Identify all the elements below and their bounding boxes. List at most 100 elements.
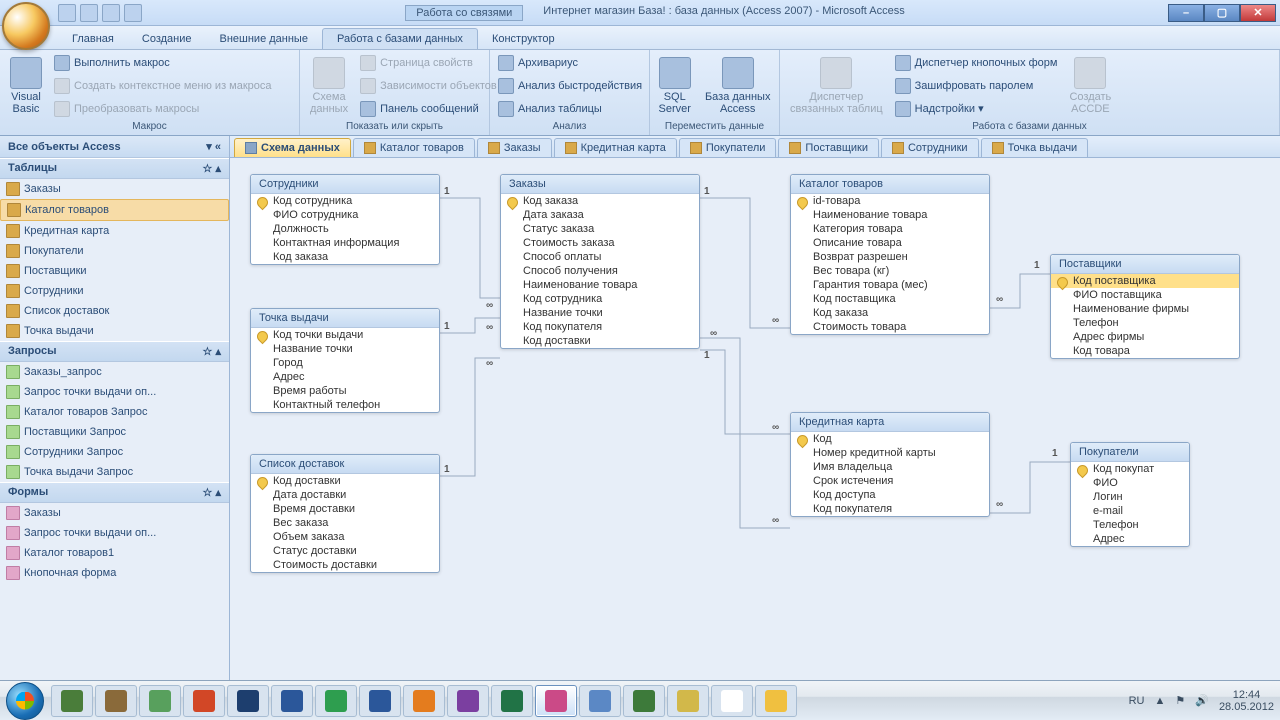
run-macro-button[interactable]: Выполнить макрос xyxy=(52,54,274,72)
document-tab[interactable]: Сотрудники xyxy=(881,138,979,157)
table-field[interactable]: Контактный телефон xyxy=(251,398,439,412)
table-field[interactable]: Код доставки xyxy=(501,334,699,348)
table-field[interactable]: Код поставщика xyxy=(1051,274,1239,288)
table-field[interactable]: Возврат разрешен xyxy=(791,250,989,264)
office-button[interactable] xyxy=(2,2,50,50)
document-tab[interactable]: Каталог товаров xyxy=(353,138,475,157)
document-tab[interactable]: Поставщики xyxy=(778,138,879,157)
switchboard-manager-button[interactable]: Диспетчер кнопочных форм xyxy=(893,54,1060,72)
table-field[interactable]: Стоимость товара xyxy=(791,320,989,334)
table-field[interactable]: Код сотрудника xyxy=(501,292,699,306)
table-field[interactable]: Код доставки xyxy=(251,474,439,488)
start-button[interactable] xyxy=(6,682,44,720)
nav-item[interactable]: Заказы xyxy=(0,503,229,523)
table-card[interactable]: Кредитная картаКодНомер кредитной картыИ… xyxy=(790,412,990,517)
nav-item[interactable]: Точка выдачи xyxy=(0,321,229,341)
taskbar-item[interactable] xyxy=(755,685,797,717)
table-header[interactable]: Заказы xyxy=(501,175,699,194)
table-customers[interactable]: ПокупателиКод покупатФИОЛогинe-mailТелеф… xyxy=(1070,442,1190,547)
table-field[interactable]: Код сотрудника xyxy=(251,194,439,208)
table-analyzer-button[interactable]: Анализ таблицы xyxy=(496,100,643,118)
archiver-button[interactable]: Архивариус xyxy=(496,54,643,72)
table-pickup[interactable]: Точка выдачиКод точки выдачиНазвание точ… xyxy=(250,308,440,413)
ribbon-tab[interactable]: Создание xyxy=(128,29,206,49)
table-field[interactable]: Город xyxy=(251,356,439,370)
table-field[interactable]: Срок истечения xyxy=(791,474,989,488)
table-catalog[interactable]: Каталог товаровid-товараНаименование тов… xyxy=(790,174,990,335)
taskbar-item[interactable] xyxy=(315,685,357,717)
table-field[interactable]: ФИО xyxy=(1071,476,1189,490)
table-orders[interactable]: ЗаказыКод заказаДата заказаСтатус заказа… xyxy=(500,174,700,349)
addins-button[interactable]: Надстройки ▾ xyxy=(893,100,1060,118)
taskbar-item[interactable] xyxy=(359,685,401,717)
ribbon-tab[interactable]: Конструктор xyxy=(478,29,569,49)
table-field[interactable]: Стоимость заказа xyxy=(501,236,699,250)
table-field[interactable]: Наименование товара xyxy=(501,278,699,292)
table-header[interactable]: Точка выдачи xyxy=(251,309,439,328)
nav-item[interactable]: Кредитная карта xyxy=(0,221,229,241)
document-tab[interactable]: Заказы xyxy=(477,138,552,157)
nav-item[interactable]: Каталог товаров xyxy=(0,199,229,221)
table-header[interactable]: Сотрудники xyxy=(251,175,439,194)
close-button[interactable]: ✕ xyxy=(1240,4,1276,22)
table-field[interactable]: Наименование товара xyxy=(791,208,989,222)
performance-analyzer-button[interactable]: Анализ быстродействия xyxy=(496,77,643,95)
nav-item[interactable]: Запрос точки выдачи оп... xyxy=(0,523,229,543)
table-field[interactable]: Адрес фирмы xyxy=(1051,330,1239,344)
ribbon-tab[interactable]: Главная xyxy=(58,29,128,49)
document-tab[interactable]: Точка выдачи xyxy=(981,138,1089,157)
table-field[interactable]: ФИО сотрудника xyxy=(251,208,439,222)
sql-server-button[interactable]: SQL Server xyxy=(655,52,695,120)
nav-item[interactable]: Кнопочная форма xyxy=(0,563,229,583)
table-field[interactable]: Код покупателя xyxy=(501,320,699,334)
table-field[interactable]: Наименование фирмы xyxy=(1051,302,1239,316)
table-field[interactable]: id-товара xyxy=(791,194,989,208)
taskbar-item[interactable] xyxy=(271,685,313,717)
taskbar-item[interactable] xyxy=(491,685,533,717)
table-field[interactable]: Код заказа xyxy=(251,250,439,264)
document-tab[interactable]: Покупатели xyxy=(679,138,777,157)
table-field[interactable]: Контактная информация xyxy=(251,236,439,250)
table-field[interactable]: Вес товара (кг) xyxy=(791,264,989,278)
relationships-canvas[interactable]: 1∞1∞1∞1∞∞∞∞1∞11∞ СотрудникиКод сотрудник… xyxy=(230,158,1280,692)
nav-item[interactable]: Сотрудники Запрос xyxy=(0,442,229,462)
table-field[interactable]: Код доступа xyxy=(791,488,989,502)
visual-basic-button[interactable]: Visual Basic xyxy=(6,52,46,120)
table-field[interactable]: Название точки xyxy=(251,342,439,356)
table-field[interactable]: Код товара xyxy=(1051,344,1239,358)
table-field[interactable]: Адрес xyxy=(251,370,439,384)
table-field[interactable]: Стоимость доставки xyxy=(251,558,439,572)
minimize-button[interactable]: – xyxy=(1168,4,1204,22)
nav-item[interactable]: Поставщики Запрос xyxy=(0,422,229,442)
table-field[interactable]: Название точки xyxy=(501,306,699,320)
ribbon-tab[interactable]: Работа с базами данных xyxy=(322,28,478,49)
nav-item[interactable]: Список доставок xyxy=(0,301,229,321)
nav-group-header[interactable]: Запросы☆ ▴ xyxy=(0,341,229,362)
table-header[interactable]: Кредитная карта xyxy=(791,413,989,432)
maximize-button[interactable]: ▢ xyxy=(1204,4,1240,22)
table-employees[interactable]: СотрудникиКод сотрудникаФИО сотрудникаДо… xyxy=(250,174,440,265)
table-field[interactable]: Способ оплаты xyxy=(501,250,699,264)
table-field[interactable]: Статус доставки xyxy=(251,544,439,558)
table-field[interactable]: Код заказа xyxy=(791,306,989,320)
table-field[interactable]: Код покупателя xyxy=(791,502,989,516)
quick-access-toolbar[interactable] xyxy=(58,4,142,22)
taskbar-item[interactable] xyxy=(227,685,269,717)
table-field[interactable]: ФИО поставщика xyxy=(1051,288,1239,302)
nav-group-header[interactable]: Формы☆ ▴ xyxy=(0,482,229,503)
table-field[interactable]: Адрес xyxy=(1071,532,1189,546)
table-header[interactable]: Покупатели xyxy=(1071,443,1189,462)
table-field[interactable]: e-mail xyxy=(1071,504,1189,518)
table-field[interactable]: Дата доставки xyxy=(251,488,439,502)
nav-item[interactable]: Точка выдачи Запрос xyxy=(0,462,229,482)
table-field[interactable]: Код поставщика xyxy=(791,292,989,306)
document-tab[interactable]: Кредитная карта xyxy=(554,138,677,157)
document-tab[interactable]: Схема данных xyxy=(234,138,351,157)
nav-item[interactable]: Покупатели xyxy=(0,241,229,261)
taskbar-item[interactable] xyxy=(95,685,137,717)
taskbar-item[interactable] xyxy=(667,685,709,717)
nav-item[interactable]: Сотрудники xyxy=(0,281,229,301)
table-field[interactable]: Время работы xyxy=(251,384,439,398)
taskbar-item[interactable] xyxy=(403,685,445,717)
ribbon-tab[interactable]: Внешние данные xyxy=(206,29,322,49)
